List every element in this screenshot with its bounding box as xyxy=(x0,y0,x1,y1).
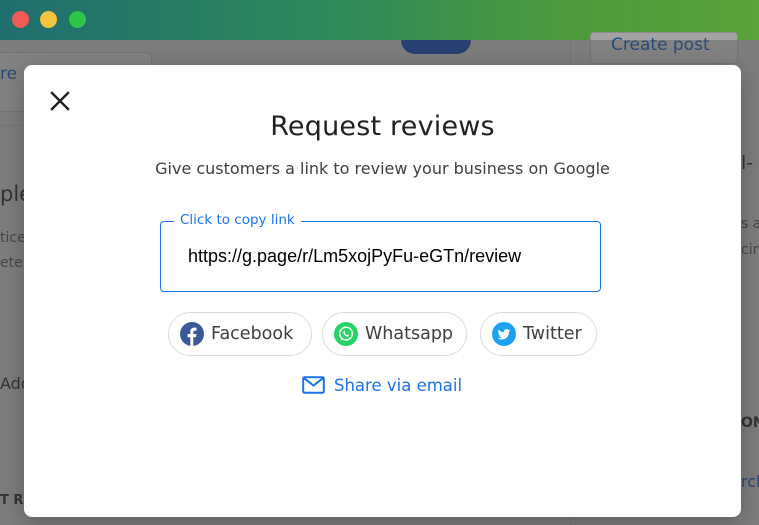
share-whatsapp-button[interactable]: Whatsapp xyxy=(322,312,467,356)
dialog-subtitle: Give customers a link to review your bus… xyxy=(155,159,610,178)
window-zoom-button[interactable] xyxy=(69,11,86,28)
share-via-email-link[interactable]: Share via email xyxy=(302,373,462,397)
review-link-value[interactable]: https://g.page/r/Lm5xojPyFu-eGTn/review xyxy=(188,246,521,267)
window-close-button[interactable] xyxy=(12,11,29,28)
dialog-title: Request reviews xyxy=(270,111,495,142)
share-facebook-label: Facebook xyxy=(211,324,294,344)
review-link-label: Click to copy link xyxy=(174,212,301,228)
request-reviews-dialog: Request reviews Give customers a link to… xyxy=(24,65,741,517)
share-twitter-button[interactable]: Twitter xyxy=(480,312,597,356)
close-icon xyxy=(50,91,70,111)
share-twitter-label: Twitter xyxy=(523,324,582,344)
facebook-icon xyxy=(180,322,204,346)
twitter-icon xyxy=(492,322,516,346)
mail-icon xyxy=(302,376,325,394)
share-via-email-label: Share via email xyxy=(334,375,463,395)
review-link-field[interactable]: Click to copy link https://g.page/r/Lm5x… xyxy=(160,212,601,292)
window-minimize-button[interactable] xyxy=(40,11,57,28)
share-facebook-button[interactable]: Facebook xyxy=(168,312,312,356)
share-whatsapp-label: Whatsapp xyxy=(365,324,454,344)
whatsapp-icon xyxy=(334,322,358,346)
